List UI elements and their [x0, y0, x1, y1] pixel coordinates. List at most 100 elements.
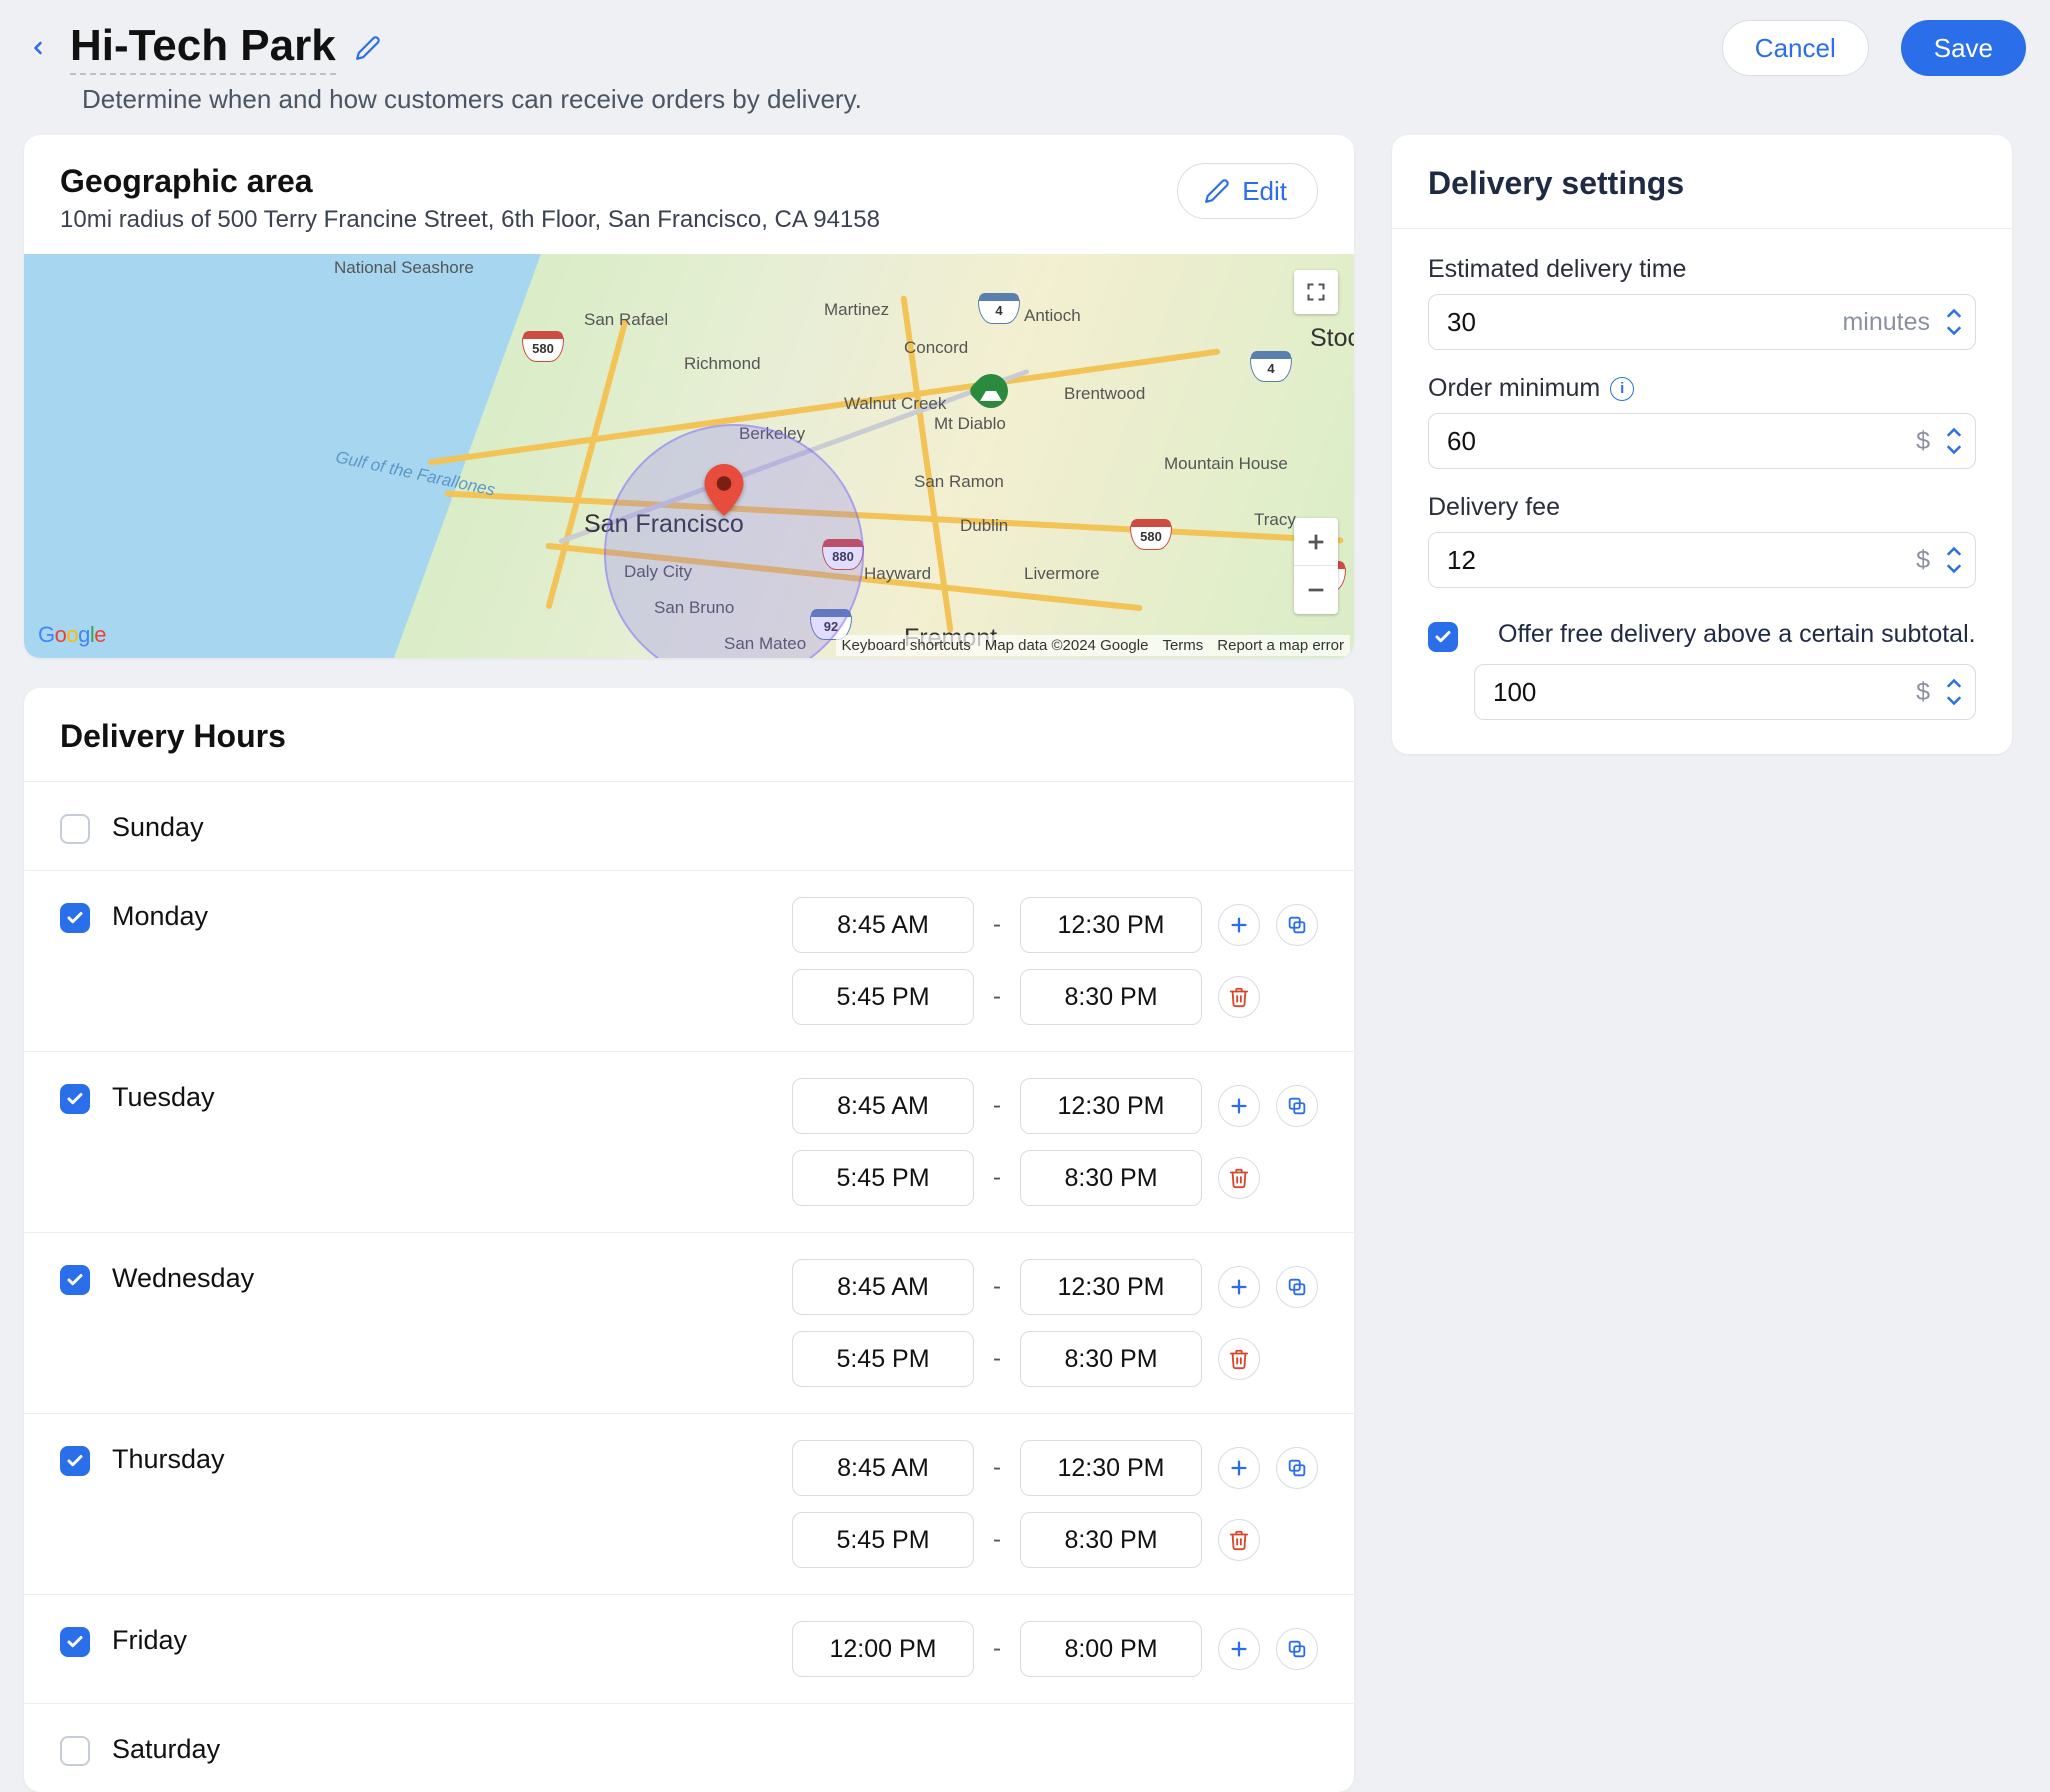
day-checkbox[interactable] [60, 903, 90, 933]
time-slot: - [792, 1331, 1318, 1387]
step-up-button[interactable] [1940, 675, 1968, 691]
shield-icon: 4 [1250, 354, 1292, 382]
trash-icon[interactable] [1218, 1519, 1260, 1561]
map-terms-link[interactable]: Terms [1162, 637, 1203, 654]
time-to-input[interactable] [1020, 1440, 1202, 1496]
day-name: Wednesday [112, 1259, 254, 1294]
day-row: Wednesday-- [24, 1232, 1354, 1413]
time-from-input[interactable] [792, 1512, 974, 1568]
map-shortcuts-link[interactable]: Keyboard shortcuts [842, 637, 971, 654]
time-slots: -- [792, 1078, 1318, 1206]
settings-title: Delivery settings [1392, 135, 2012, 229]
time-from-input[interactable] [792, 969, 974, 1025]
trash-icon[interactable] [1218, 976, 1260, 1018]
day-checkbox[interactable] [60, 814, 90, 844]
time-from-input[interactable] [792, 1259, 974, 1315]
plus-icon[interactable] [1218, 1628, 1260, 1670]
time-to-input[interactable] [1020, 1621, 1202, 1677]
delivery-fee-input[interactable] [1428, 532, 1976, 588]
day-checkbox[interactable] [60, 1084, 90, 1114]
free-threshold-input[interactable] [1474, 664, 1976, 720]
page-subtitle: Determine when and how customers can rec… [0, 84, 2050, 135]
time-separator: - [990, 1526, 1004, 1554]
time-slots: -- [792, 1440, 1318, 1568]
day-checkbox[interactable] [60, 1265, 90, 1295]
day-checkbox[interactable] [60, 1736, 90, 1766]
page-title[interactable]: Hi-Tech Park [70, 21, 336, 75]
geographic-area-card: Geographic area 10mi radius of 500 Terry… [24, 135, 1354, 658]
time-slot: - [792, 1512, 1318, 1568]
step-up-button[interactable] [1940, 424, 1968, 440]
plus-icon[interactable] [1218, 1447, 1260, 1489]
plus-icon[interactable] [1218, 1085, 1260, 1127]
step-down-button[interactable] [1940, 561, 1968, 577]
map-label: Richmond [684, 354, 761, 374]
edit-area-button[interactable]: Edit [1177, 163, 1318, 219]
map-report-link[interactable]: Report a map error [1217, 637, 1344, 654]
time-from-input[interactable] [792, 1078, 974, 1134]
copy-icon[interactable] [1276, 1085, 1318, 1127]
time-from-input[interactable] [792, 1621, 974, 1677]
info-icon[interactable]: i [1610, 377, 1634, 401]
map-label: Brentwood [1064, 384, 1145, 404]
copy-icon[interactable] [1276, 1628, 1318, 1670]
pencil-icon[interactable] [352, 32, 384, 64]
time-to-input[interactable] [1020, 1259, 1202, 1315]
day-row: Friday- [24, 1594, 1354, 1703]
zoom-in-button[interactable] [1294, 518, 1338, 566]
cancel-button[interactable]: Cancel [1722, 20, 1869, 76]
back-icon[interactable] [24, 34, 52, 62]
day-checkbox[interactable] [60, 1627, 90, 1657]
time-from-input[interactable] [792, 1440, 974, 1496]
free-delivery-checkbox[interactable] [1428, 622, 1458, 652]
time-separator: - [990, 1164, 1004, 1192]
save-button[interactable]: Save [1901, 20, 2026, 76]
day-name: Sunday [112, 808, 204, 843]
copy-icon[interactable] [1276, 1447, 1318, 1489]
day-name: Saturday [112, 1730, 220, 1765]
shield-icon: 580 [522, 334, 564, 362]
time-to-input[interactable] [1020, 897, 1202, 953]
step-up-button[interactable] [1940, 305, 1968, 321]
stepper [1940, 532, 1968, 588]
order-min-input[interactable] [1428, 413, 1976, 469]
fullscreen-icon[interactable] [1294, 270, 1338, 314]
time-to-input[interactable] [1020, 1512, 1202, 1568]
step-down-button[interactable] [1940, 323, 1968, 339]
est-time-label: Estimated delivery time [1428, 255, 1976, 284]
time-to-input[interactable] [1020, 1150, 1202, 1206]
map-label: Tracy [1254, 510, 1296, 530]
map[interactable]: National Seashore Gulf of the Farallones… [24, 254, 1354, 658]
time-separator: - [990, 1092, 1004, 1120]
time-from-input[interactable] [792, 897, 974, 953]
day-row: Sunday [24, 781, 1354, 870]
time-from-input[interactable] [792, 1150, 974, 1206]
currency-label: $ [1916, 664, 1930, 720]
day-row: Tuesday-- [24, 1051, 1354, 1232]
delivery-fee-label: Delivery fee [1428, 493, 1976, 522]
copy-icon[interactable] [1276, 904, 1318, 946]
time-slots: -- [792, 897, 1318, 1025]
time-from-input[interactable] [792, 1331, 974, 1387]
time-to-input[interactable] [1020, 1331, 1202, 1387]
step-down-button[interactable] [1940, 442, 1968, 458]
step-up-button[interactable] [1940, 543, 1968, 559]
time-to-input[interactable] [1020, 1078, 1202, 1134]
stepper [1940, 294, 1968, 350]
day-checkbox[interactable] [60, 1446, 90, 1476]
trash-icon[interactable] [1218, 1157, 1260, 1199]
map-label: Mt Diablo [934, 414, 1006, 434]
plus-icon[interactable] [1218, 904, 1260, 946]
map-label: National Seashore [334, 258, 474, 278]
geo-subtitle: 10mi radius of 500 Terry Francine Street… [60, 206, 880, 234]
step-down-button[interactable] [1940, 693, 1968, 709]
plus-icon[interactable] [1218, 1266, 1260, 1308]
delivery-hours-card: Delivery Hours SundayMonday--Tuesday--We… [24, 688, 1354, 1792]
shield-icon: 4 [978, 296, 1020, 324]
copy-icon[interactable] [1276, 1266, 1318, 1308]
zoom-out-button[interactable] [1294, 566, 1338, 614]
time-to-input[interactable] [1020, 969, 1202, 1025]
trash-icon[interactable] [1218, 1338, 1260, 1380]
time-separator: - [990, 1635, 1004, 1663]
time-slot: - [792, 1078, 1318, 1134]
